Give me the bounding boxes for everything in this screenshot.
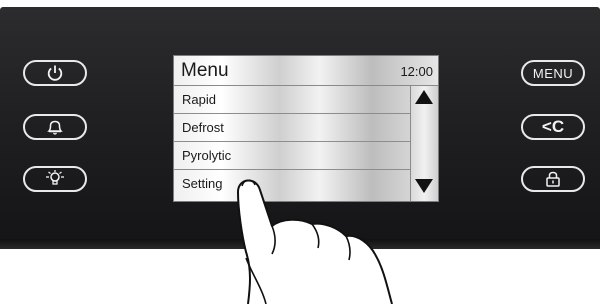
triangle-up-icon xyxy=(414,88,434,111)
menu-list: Rapid Defrost Pyrolytic Setting xyxy=(174,86,410,198)
screen-title: Menu xyxy=(181,60,229,81)
menu-item-label: Rapid xyxy=(182,92,216,107)
menu-item-defrost[interactable]: Defrost xyxy=(174,114,410,142)
panel-bottom-edge xyxy=(0,239,600,249)
back-button-label: <C xyxy=(541,117,565,136)
lock-icon xyxy=(543,169,563,189)
menu-item-setting[interactable]: Setting xyxy=(174,170,410,198)
light-bulb-icon xyxy=(42,169,68,189)
display-screen: Menu 12:00 Rapid Defrost Pyrolytic Setti… xyxy=(173,55,439,202)
light-button[interactable] xyxy=(23,166,87,192)
menu-item-label: Setting xyxy=(182,176,223,191)
menu-button-label: MENU xyxy=(532,65,574,81)
scrollbar[interactable] xyxy=(410,86,438,201)
menu-button[interactable]: MENU xyxy=(521,60,585,86)
menu-item-rapid[interactable]: Rapid xyxy=(174,86,410,114)
clock: 12:00 xyxy=(400,64,433,79)
power-icon xyxy=(45,63,65,83)
back-button[interactable]: <C xyxy=(521,114,585,140)
power-button[interactable] xyxy=(23,60,87,86)
scroll-down-button[interactable] xyxy=(414,178,434,198)
lock-button[interactable] xyxy=(521,166,585,192)
triangle-down-icon xyxy=(414,177,434,200)
menu-item-label: Defrost xyxy=(182,120,224,135)
alarm-button[interactable] xyxy=(23,114,87,140)
menu-item-label: Pyrolytic xyxy=(182,148,232,163)
bell-icon xyxy=(45,117,65,137)
menu-item-pyrolytic[interactable]: Pyrolytic xyxy=(174,142,410,170)
scroll-up-button[interactable] xyxy=(414,89,434,109)
screen-header: Menu 12:00 xyxy=(174,56,438,86)
